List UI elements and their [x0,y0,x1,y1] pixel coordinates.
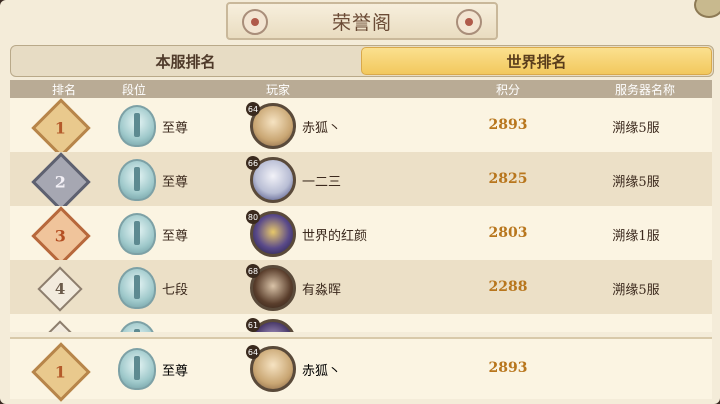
level-badge: 80 [246,210,260,224]
title-bar: 荣誉阁 [226,2,498,40]
level-badge: 64 [246,345,260,359]
player-name: 世界的红颜 [302,229,368,244]
table-row[interactable]: 5 61 [10,314,712,332]
rank-badge: 3 [31,206,91,266]
server-name: 溯缘5服 [612,175,660,190]
honor-hall-panel: 荣誉阁 本服排名 世界排名 排名 段位 玩家 积分 服务器名称 1 至尊 64 … [0,0,720,404]
level-badge: 61 [246,318,260,332]
rank-badge: 5 [37,320,83,332]
rank-badge: 1 [31,98,91,158]
score-value: 2288 [488,279,528,295]
level-badge: 68 [246,264,260,278]
tier-emblem-icon [118,321,156,332]
my-ranking-row: 1 至尊 64 赤狐丶 2893 [10,337,712,402]
ranking-tabs: 本服排名 世界排名 [10,45,714,77]
title-ornament-left-icon [242,9,268,35]
server-name: 溯缘5服 [612,121,660,136]
tab-server-ranking[interactable]: 本服排名 [11,46,360,76]
score-value: 2893 [488,360,528,376]
player-name: 一二三 [302,175,342,190]
table-header: 排名 段位 玩家 积分 服务器名称 [10,80,712,98]
header-tier: 段位 [121,82,146,97]
tier-label: 七段 [162,283,189,298]
close-button[interactable] [694,0,720,18]
rank-badge: 1 [31,342,91,402]
tier-emblem-icon [118,267,156,309]
server-name: 溯缘5服 [612,283,660,298]
table-row[interactable]: 2 至尊 66 一二三 2825 溯缘5服 [10,152,712,212]
level-badge: 64 [246,102,260,116]
tier-label: 至尊 [162,121,189,136]
title-ornament-right-icon [456,9,482,35]
header-score: 积分 [495,82,520,97]
table-row[interactable]: 1 至尊 64 赤狐丶 2893 溯缘5服 [10,98,712,158]
table-row[interactable]: 3 至尊 80 世界的红颜 2803 溯缘1服 [10,206,712,266]
score-value: 2893 [488,117,528,133]
rank-badge: 4 [37,266,83,312]
tier-emblem-icon [118,105,156,147]
table-row[interactable]: 4 七段 68 有淼晖 2288 溯缘5服 [10,260,712,314]
player-name: 有淼晖 [302,283,342,298]
header-server: 服务器名称 [614,82,675,97]
tier-label: 至尊 [162,175,189,190]
player-name: 赤狐丶 [302,364,342,379]
score-value: 2803 [488,225,528,241]
tier-label: 至尊 [162,229,189,244]
player-name: 赤狐丶 [302,121,342,136]
tier-emblem-icon [118,159,156,201]
tier-label: 至尊 [162,364,189,379]
tier-emblem-icon [118,348,156,390]
score-value: 2825 [488,171,528,187]
page-title: 荣誉阁 [331,11,392,34]
tier-emblem-icon [118,213,156,255]
level-badge: 66 [246,156,260,170]
header-player: 玩家 [265,82,290,97]
ranking-list[interactable]: 1 至尊 64 赤狐丶 2893 溯缘5服 2 至尊 66 一二三 2825 溯… [10,98,712,332]
header-rank: 排名 [51,82,76,97]
rank-badge: 2 [31,152,91,212]
tab-world-ranking[interactable]: 世界排名 [361,47,712,75]
server-name: 溯缘1服 [612,229,660,244]
